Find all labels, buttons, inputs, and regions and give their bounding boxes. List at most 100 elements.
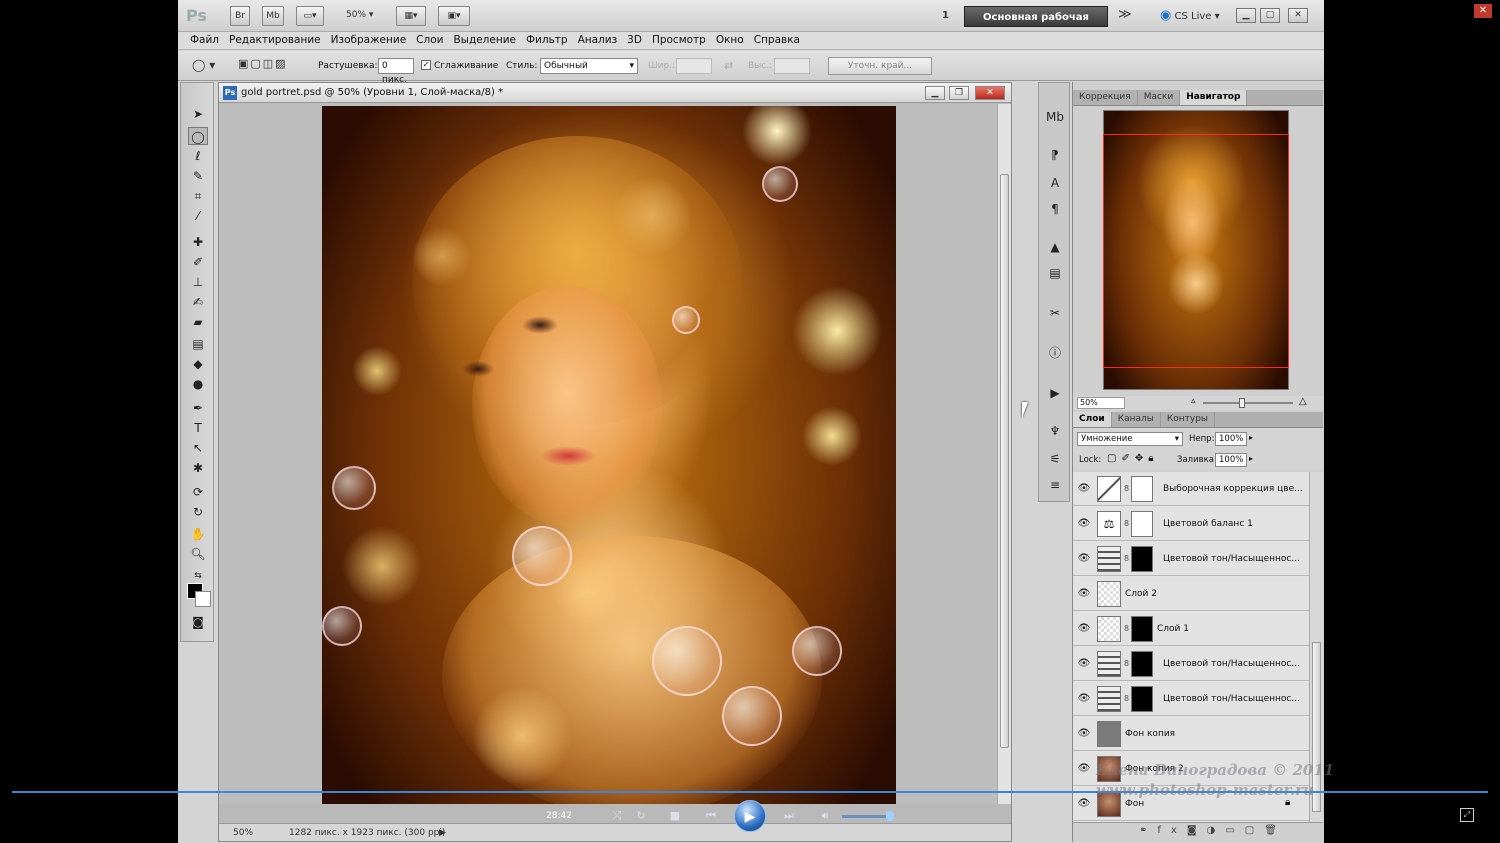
menu-edit[interactable]: Редактирование xyxy=(227,32,329,49)
tab-adjustments[interactable]: Коррекция xyxy=(1073,90,1138,105)
quick-selection-tool-icon[interactable]: ✎ xyxy=(188,167,208,185)
view-extras-button[interactable]: ▭▾ xyxy=(296,6,324,26)
volume-slider[interactable] xyxy=(842,815,892,818)
lasso-tool-icon[interactable]: ℓ xyxy=(188,147,208,165)
minimize-button[interactable]: ▁ xyxy=(1236,8,1256,23)
history-brush-tool-icon[interactable]: ✍ xyxy=(188,293,208,311)
gradient-tool-icon[interactable]: ▤ xyxy=(188,335,208,353)
tab-layers[interactable]: Слои xyxy=(1073,412,1112,427)
opacity-arrow-icon[interactable]: ▸ xyxy=(1249,433,1253,442)
canvas-area[interactable] xyxy=(219,104,997,804)
layer-row[interactable]: 👁︎ 8 Цветовой тон/Насыщеннос... xyxy=(1073,542,1309,576)
next-icon[interactable]: ⏭ xyxy=(774,808,804,824)
tool-presets-icon[interactable]: ✂ xyxy=(1045,303,1065,323)
eraser-tool-icon[interactable]: ▰ xyxy=(188,313,208,331)
type-tool-icon[interactable]: T xyxy=(188,419,208,437)
tab-navigator[interactable]: Навигатор xyxy=(1180,90,1248,105)
status-menu-arrow-icon[interactable]: ▶ xyxy=(439,828,446,838)
shuffle-icon[interactable]: ⤮ xyxy=(608,808,626,824)
swap-size-icon[interactable]: ⇄ xyxy=(724,59,733,72)
mini-bridge-button[interactable]: Mb xyxy=(262,6,284,26)
stop-icon[interactable]: ■ xyxy=(666,808,684,824)
brush-presets-icon[interactable]: ⚟ xyxy=(1045,449,1065,469)
navigator-zoom-slider-knob[interactable] xyxy=(1239,398,1245,408)
repeat-icon[interactable]: ↻ xyxy=(632,808,650,824)
character-panel-icon[interactable]: A xyxy=(1045,173,1065,193)
paragraph-panel-icon[interactable]: ¶ xyxy=(1045,199,1065,219)
menu-view[interactable]: Просмотр xyxy=(650,32,714,49)
lock-icons[interactable]: ▢✐✥🔒︎ xyxy=(1107,453,1159,464)
menu-3d[interactable]: 3D xyxy=(625,32,650,49)
blend-mode-select[interactable]: Умножение ▾ xyxy=(1077,432,1183,446)
menu-help[interactable]: Справка xyxy=(752,32,808,49)
layer-row[interactable]: 👁︎ 8 Цветовой тон/Насыщеннос... xyxy=(1073,682,1309,716)
path-selection-tool-icon[interactable]: ↖ xyxy=(188,439,208,457)
width-input[interactable] xyxy=(676,58,712,74)
play-button[interactable]: ▶ xyxy=(734,800,766,832)
portrait-artwork[interactable] xyxy=(322,106,896,804)
doc-minimize-button[interactable]: ▁ xyxy=(925,86,945,100)
fill-arrow-icon[interactable]: ▸ xyxy=(1249,454,1253,463)
menu-filter[interactable]: Фильтр xyxy=(524,32,576,49)
tool-preset-picker[interactable]: ◯ ▾ xyxy=(192,58,228,74)
3d-orbit-tool-icon[interactable]: ↻ xyxy=(188,503,208,521)
histogram-icon[interactable]: ▲ xyxy=(1045,237,1065,257)
zoom-out-icon[interactable]: ▵ xyxy=(1191,396,1196,406)
volume-icon[interactable]: 🔊︎ xyxy=(816,808,834,824)
eyedropper-tool-icon[interactable]: ⁄ xyxy=(188,207,208,225)
menu-window[interactable]: Окно xyxy=(714,32,752,49)
menu-select[interactable]: Выделение xyxy=(451,32,524,49)
quick-mask-icon[interactable]: ◙ xyxy=(188,613,208,631)
navigator-zoom-slider[interactable] xyxy=(1203,402,1293,404)
blur-tool-icon[interactable]: ◆ xyxy=(188,355,208,373)
zoom-in-icon[interactable]: △ xyxy=(1299,396,1307,407)
layer-row[interactable]: 👁︎ Фон копия xyxy=(1073,717,1309,751)
mini-bridge-panel-icon[interactable]: Mb xyxy=(1045,107,1065,127)
layer-row[interactable]: 👁︎ 8 Слой 1 xyxy=(1073,612,1309,646)
bridge-button[interactable]: Br xyxy=(230,6,250,26)
feather-input[interactable]: 0 пикс. xyxy=(378,58,414,85)
menu-file[interactable]: Файл xyxy=(188,32,227,49)
pen-tool-icon[interactable]: ✒ xyxy=(188,399,208,417)
close-app-button[interactable]: ✕ xyxy=(1288,8,1308,23)
navigator-zoom-input[interactable]: 50% xyxy=(1077,397,1125,409)
doc-restore-button[interactable]: ❐ xyxy=(949,86,969,100)
screen-mode-button[interactable]: ▣▾ xyxy=(438,6,470,26)
healing-brush-tool-icon[interactable]: ✚ xyxy=(188,233,208,251)
visibility-eye-icon[interactable]: 👁︎ xyxy=(1077,587,1091,601)
visibility-eye-icon[interactable]: 👁︎ xyxy=(1077,762,1091,776)
visibility-eye-icon[interactable]: 👁︎ xyxy=(1077,692,1091,706)
maximize-button[interactable]: ▢ xyxy=(1260,8,1280,23)
clone-source-icon[interactable]: ♆ xyxy=(1045,421,1065,441)
zoom-level-dropdown[interactable]: 50% ▾ xyxy=(346,10,373,20)
move-tool-icon[interactable]: ➤ xyxy=(188,105,208,123)
visibility-eye-icon[interactable]: 👁︎ xyxy=(1077,622,1091,636)
status-zoom[interactable]: 50% xyxy=(233,828,253,838)
menu-analysis[interactable]: Анализ xyxy=(576,32,626,49)
doc-close-button[interactable]: ✕ xyxy=(975,86,1005,100)
layer-row[interactable]: 👁︎ Слой 2 xyxy=(1073,577,1309,611)
zoom-tool-icon[interactable]: 🔍︎ xyxy=(188,545,208,563)
layer-row[interactable]: 👁︎ ⚖ 8 Цветовой баланс 1 xyxy=(1073,507,1309,541)
dodge-tool-icon[interactable]: ● xyxy=(188,375,208,393)
visibility-eye-icon[interactable]: 👁︎ xyxy=(1077,727,1091,741)
more-workspaces-button[interactable]: ≫ xyxy=(1118,7,1132,22)
animation-panel-icon[interactable]: ▶ xyxy=(1045,383,1065,403)
info-panel-icon[interactable]: ⓘ xyxy=(1045,343,1065,363)
volume-slider-knob[interactable] xyxy=(886,811,894,821)
fullscreen-icon[interactable]: ⤢ xyxy=(1460,808,1474,822)
clone-stamp-tool-icon[interactable]: ⊥ xyxy=(188,273,208,291)
actions-panel-icon[interactable]: ≡ xyxy=(1045,475,1065,495)
document-tab[interactable]: Ps gold portret.psd @ 50% (Уровни 1, Сло… xyxy=(219,83,1011,103)
cs-live-button[interactable]: ◉ CS Live ▾ xyxy=(1160,8,1220,23)
visibility-eye-icon[interactable]: 👁︎ xyxy=(1077,797,1091,811)
selection-mode-buttons[interactable]: ▣▢◫▨ xyxy=(238,57,304,75)
visibility-eye-icon[interactable]: 👁︎ xyxy=(1077,657,1091,671)
vertical-scrollbar-thumb[interactable] xyxy=(1000,174,1009,748)
crop-tool-icon[interactable]: ⌗ xyxy=(188,187,208,205)
arrange-documents-button[interactable]: ▦▾ xyxy=(396,6,426,26)
antialias-checkbox[interactable]: ✓ xyxy=(421,60,431,70)
tab-channels[interactable]: Каналы xyxy=(1112,412,1161,427)
shape-tool-icon[interactable]: ✱ xyxy=(188,459,208,477)
tab-paths[interactable]: Контуры xyxy=(1161,412,1216,427)
